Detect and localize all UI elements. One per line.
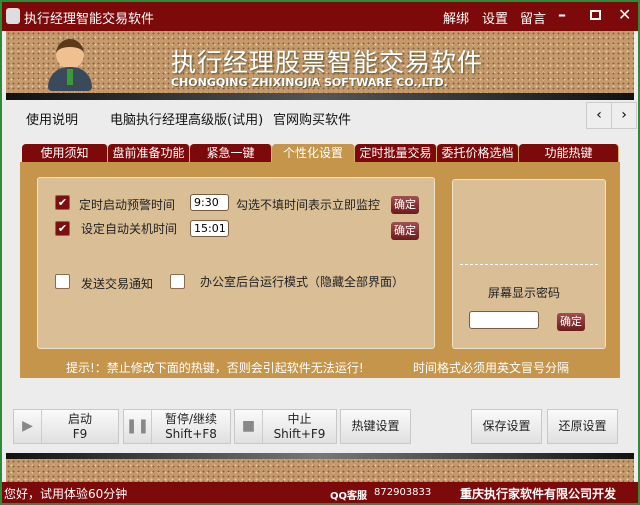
trial-status: 您好，试用体验60分钟: [4, 487, 128, 501]
pause-button[interactable]: ❚❚ 暂停/继续 Shift+F8: [123, 409, 231, 444]
stop-key: Shift+F9: [273, 427, 326, 441]
alarm-ok-button[interactable]: 确定: [391, 196, 419, 214]
tab-preparation[interactable]: 盘前准备功能: [108, 144, 190, 162]
hint-hotkeys: 提示!：禁止修改下面的热键，否则会引起软件无法运行!: [66, 361, 364, 375]
screen-password-input[interactable]: [469, 311, 539, 329]
tab-notice[interactable]: 使用须知: [22, 144, 108, 162]
banner-title: 执行经理股票智能交易软件: [171, 48, 484, 77]
save-settings-button[interactable]: 保存设置: [471, 409, 542, 444]
scroll-right-button[interactable]: ›: [611, 102, 637, 129]
status-bar: 您好，试用体验60分钟 QQ客服 872903833 重庆执行家软件有限公司开发: [2, 482, 638, 503]
shutdown-label: 设定自动关机时间: [81, 222, 178, 236]
restore-settings-button[interactable]: 还原设置: [547, 409, 618, 444]
menu-advanced-trial[interactable]: 电脑执行经理高级版(试用): [110, 109, 263, 128]
hint-time-format: 时间格式必须用英文冒号分隔: [413, 361, 570, 375]
divider: [460, 264, 598, 265]
shutdown-time-input[interactable]: 15:01: [190, 220, 229, 237]
banner-subtitle: CHONGQING ZHIXINGJIA SOFTWARE CO.,LTD.: [171, 76, 448, 89]
tab-price-level[interactable]: 委托价格选档: [437, 144, 519, 162]
start-button[interactable]: ▶ 启动 F9: [13, 409, 119, 444]
hotkey-settings-button[interactable]: 热键设置: [340, 409, 411, 444]
alarm-label: 定时启动预警时间: [79, 198, 176, 212]
notify-label: 发送交易通知: [81, 277, 154, 291]
alarm-time-input[interactable]: 9:30: [190, 194, 229, 211]
qq-number: 872903833: [374, 487, 432, 498]
close-icon[interactable]: ✕: [618, 5, 631, 24]
menu-instructions[interactable]: 使用说明: [26, 109, 78, 128]
screen-password-ok-button[interactable]: 确定: [557, 313, 585, 331]
screen-password-label: 屏幕显示密码: [488, 286, 561, 300]
alarm-note: 勾选不填时间表示立即监控: [236, 198, 381, 212]
stop-button[interactable]: ■ 中止 Shift+F9: [234, 409, 337, 444]
menu-buy[interactable]: 官网购买软件: [273, 109, 351, 128]
tab-emergency[interactable]: 紧急一键: [190, 144, 272, 162]
stop-label: 中止: [287, 412, 312, 426]
start-label: 启动: [67, 412, 92, 426]
shutdown-checkbox[interactable]: ✔: [55, 221, 70, 236]
minimize-icon[interactable]: –: [558, 5, 566, 24]
tab-batch-trade[interactable]: 定时批量交易: [355, 144, 437, 162]
qq-label: QQ客服: [330, 491, 368, 502]
title-bar: 执行经理智能交易软件 解绑 设置 留言 – ✕: [2, 2, 638, 31]
window-title: 执行经理智能交易软件: [24, 12, 155, 27]
play-icon: ▶: [14, 410, 42, 443]
message-link[interactable]: 留言: [520, 8, 546, 27]
pause-icon: ❚❚: [124, 410, 152, 443]
settings-link[interactable]: 设置: [482, 8, 508, 27]
scroll-left-button[interactable]: ‹: [586, 102, 612, 129]
maximize-icon[interactable]: [590, 10, 601, 20]
pause-key: Shift+F8: [165, 427, 217, 441]
office-mode-checkbox[interactable]: [170, 274, 185, 289]
notify-checkbox[interactable]: [55, 274, 70, 289]
company-credit: 重庆执行家软件有限公司开发: [460, 487, 617, 501]
start-key: F9: [72, 427, 88, 441]
divider: [6, 93, 634, 100]
banner: 执行经理股票智能交易软件 CHONGQING ZHIXINGJIA SOFTWA…: [6, 31, 634, 95]
avatar-icon: [46, 39, 94, 91]
office-mode-label: 办公室后台运行模式（隐藏全部界面）: [200, 275, 405, 289]
tab-personal-settings[interactable]: 个性化设置: [272, 144, 355, 162]
stop-icon: ■: [235, 410, 263, 443]
footer-banner: [6, 459, 634, 482]
alarm-checkbox[interactable]: ✔: [55, 195, 70, 210]
pause-label: 暂停/继续: [164, 412, 218, 426]
app-icon: [6, 8, 20, 24]
unbind-link[interactable]: 解绑: [443, 8, 469, 27]
shutdown-ok-button[interactable]: 确定: [391, 222, 419, 240]
tab-hotkeys[interactable]: 功能热键: [519, 144, 619, 162]
